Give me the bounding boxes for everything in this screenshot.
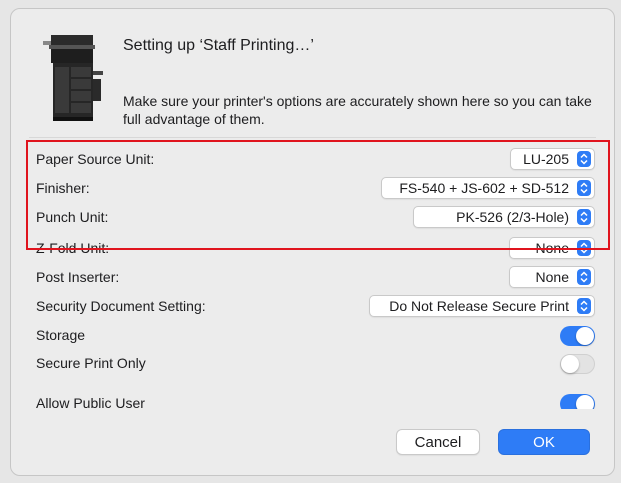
punch-unit-popup[interactable]: PK-526 (2/3-Hole) bbox=[413, 206, 595, 228]
dialog-title: Setting up ‘Staff Printing…’ bbox=[123, 37, 314, 54]
printer-icon bbox=[43, 35, 103, 121]
chevron-updown-icon bbox=[577, 298, 591, 314]
option-row-post-inserter: Post Inserter: None bbox=[11, 263, 614, 292]
secure-print-only-toggle[interactable] bbox=[560, 354, 595, 374]
option-label: Paper Source Unit: bbox=[36, 151, 155, 167]
option-label: Z-Fold Unit: bbox=[36, 240, 110, 256]
option-label: Secure Print Only bbox=[36, 355, 146, 371]
toggle-knob bbox=[576, 327, 594, 345]
z-fold-unit-popup[interactable]: None bbox=[509, 237, 595, 259]
chevron-updown-icon bbox=[577, 240, 591, 256]
finisher-popup[interactable]: FS-540 + JS-602 + SD-512 bbox=[381, 177, 595, 199]
popup-value: Do Not Release Secure Print bbox=[389, 298, 569, 314]
option-label: Security Document Setting: bbox=[36, 298, 206, 314]
post-inserter-popup[interactable]: None bbox=[509, 266, 595, 288]
option-label: Punch Unit: bbox=[36, 209, 109, 225]
chevron-updown-icon bbox=[577, 151, 591, 167]
option-label: Allow Public User bbox=[36, 395, 145, 409]
popup-value: FS-540 + JS-602 + SD-512 bbox=[399, 180, 569, 196]
chevron-updown-icon bbox=[577, 180, 591, 196]
paper-source-unit-popup[interactable]: LU-205 bbox=[510, 148, 595, 170]
option-label: Finisher: bbox=[36, 180, 90, 196]
option-row-allow-public-user: Allow Public User bbox=[11, 389, 614, 409]
option-row-finisher: Finisher: FS-540 + JS-602 + SD-512 bbox=[11, 174, 614, 203]
cancel-button[interactable]: Cancel bbox=[396, 429, 480, 455]
toggle-knob bbox=[561, 355, 579, 373]
option-row-storage: Storage bbox=[11, 321, 614, 350]
allow-public-user-toggle[interactable] bbox=[560, 394, 595, 409]
popup-value: None bbox=[535, 269, 569, 285]
popup-value: LU-205 bbox=[523, 151, 569, 167]
chevron-updown-icon bbox=[577, 269, 591, 285]
option-label: Storage bbox=[36, 327, 86, 343]
dialog-header: Setting up ‘Staff Printing…’ Make sure y… bbox=[11, 9, 614, 139]
option-row-security-document-setting: Security Document Setting: Do Not Releas… bbox=[11, 292, 614, 321]
option-row-paper-source-unit: Paper Source Unit: LU-205 bbox=[11, 145, 614, 174]
option-label: Post Inserter: bbox=[36, 269, 120, 285]
popup-value: None bbox=[535, 240, 569, 256]
popup-value: PK-526 (2/3-Hole) bbox=[456, 209, 569, 225]
security-document-setting-popup[interactable]: Do Not Release Secure Print bbox=[369, 295, 595, 317]
option-row-secure-print-only: Secure Print Only bbox=[11, 349, 614, 378]
ok-button[interactable]: OK bbox=[498, 429, 590, 455]
toggle-knob bbox=[576, 395, 594, 409]
printer-setup-dialog: Setting up ‘Staff Printing…’ Make sure y… bbox=[10, 8, 615, 476]
chevron-updown-icon bbox=[577, 209, 591, 225]
option-row-punch-unit: Punch Unit: PK-526 (2/3-Hole) bbox=[11, 203, 614, 232]
options-list[interactable]: Paper Source Unit: LU-205 Finisher: FS-5… bbox=[11, 141, 614, 409]
option-row-z-fold-unit: Z-Fold Unit: None bbox=[11, 234, 614, 263]
dialog-subtitle: Make sure your printer's options are acc… bbox=[123, 93, 592, 127]
header-divider bbox=[29, 137, 596, 138]
storage-toggle[interactable] bbox=[560, 326, 595, 346]
